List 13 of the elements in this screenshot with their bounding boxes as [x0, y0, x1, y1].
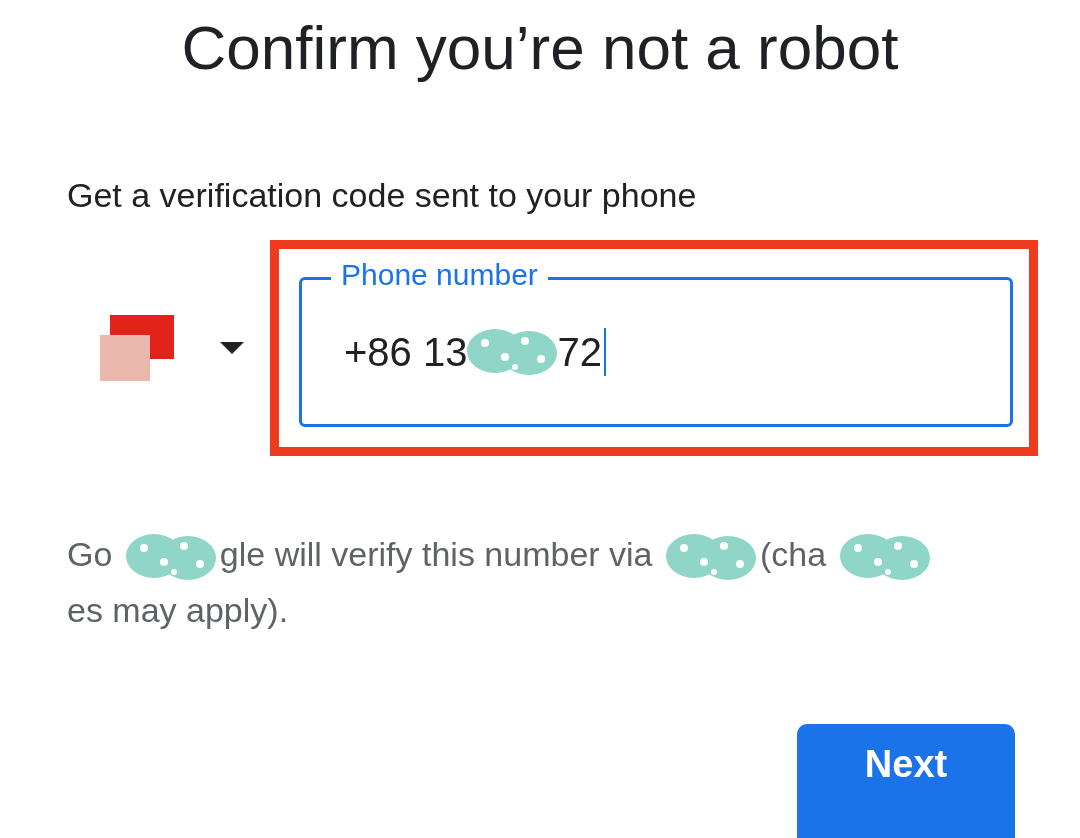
- notice-text: (cha: [759, 535, 827, 573]
- notice-text: es may: [67, 591, 177, 629]
- text-cursor: [603, 328, 606, 376]
- instruction-text: Get a verification code sent to your phone: [67, 175, 698, 216]
- notice-text: apply).: [186, 591, 289, 629]
- notice-text: Go: [67, 535, 113, 573]
- caret-icon: [220, 342, 244, 354]
- page-title: Confirm you’re not a robot: [180, 12, 900, 84]
- flag-icon: [100, 315, 174, 381]
- field-value: 72: [557, 329, 602, 375]
- next-button[interactable]: Next: [797, 724, 1015, 838]
- notice-text: gle will verify this number via: [219, 535, 653, 573]
- field-value: +86 13: [344, 329, 468, 375]
